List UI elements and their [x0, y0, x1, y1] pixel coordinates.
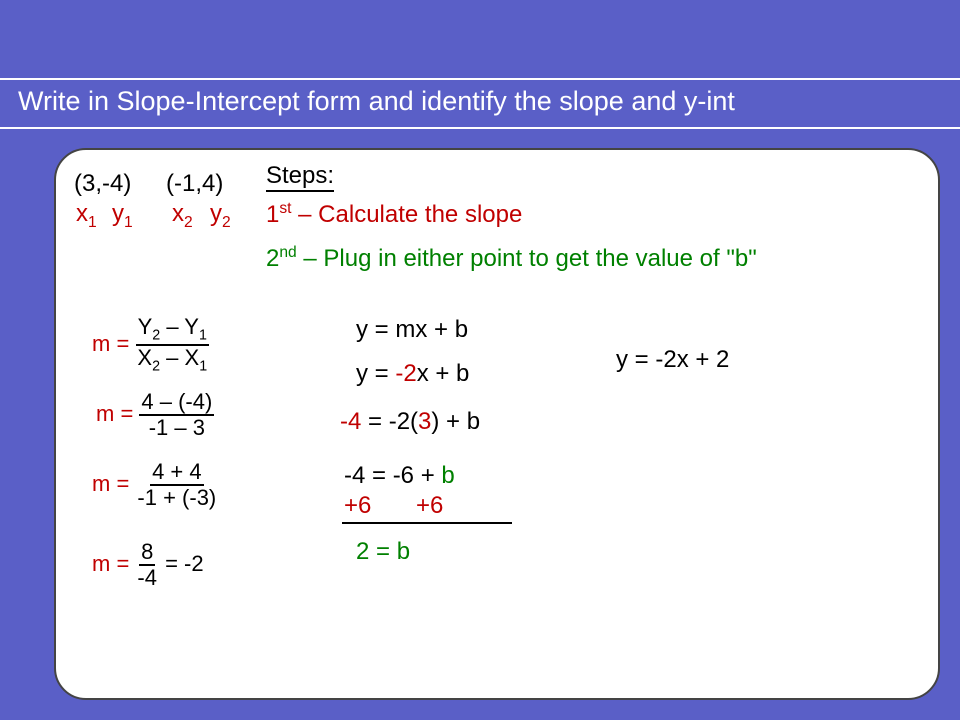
steps-heading: Steps:: [266, 162, 334, 192]
eq-sub-point: -4 = -2(3) + b: [340, 408, 480, 436]
step-2: 2nd – Plug in either point to get the va…: [266, 244, 757, 273]
eq-simplified: -4 = -6 + b: [344, 462, 455, 490]
point-2: (-1,4): [166, 170, 223, 198]
label-y1: y1: [112, 200, 133, 232]
label-y2: y2: [210, 200, 231, 232]
slope-formula-1: m = Y2 – Y1 X2 – X1: [92, 315, 209, 375]
eq-ymxb: y = mx + b: [356, 316, 468, 344]
slope-formula-3: m = 4 + 4 -1 + (-3): [92, 460, 218, 510]
slope-formula-2: m = 4 – (-4) -1 – 3: [96, 390, 214, 440]
step-1: 1st – Calculate the slope: [266, 200, 522, 229]
rule-line: [342, 522, 512, 524]
content-area: (3,-4) (-1,4) x1 y1 x2 y2 Steps: 1st – C…: [54, 148, 940, 700]
final-equation: y = -2x + 2: [616, 346, 729, 374]
eq-b-value: 2 = b: [356, 538, 410, 566]
slope-formula-4: m = 8 -4 = -2: [92, 540, 204, 590]
title-bar: Write in Slope-Intercept form and identi…: [0, 78, 960, 129]
point-1: (3,-4): [74, 170, 131, 198]
slide-title: Write in Slope-Intercept form and identi…: [18, 86, 942, 117]
add-six-right: +6: [416, 492, 443, 520]
label-x2: x2: [172, 200, 193, 232]
add-six-left: +6: [344, 492, 371, 520]
eq-sub-slope: y = -2x + b: [356, 360, 469, 388]
label-x1: x1: [76, 200, 97, 232]
